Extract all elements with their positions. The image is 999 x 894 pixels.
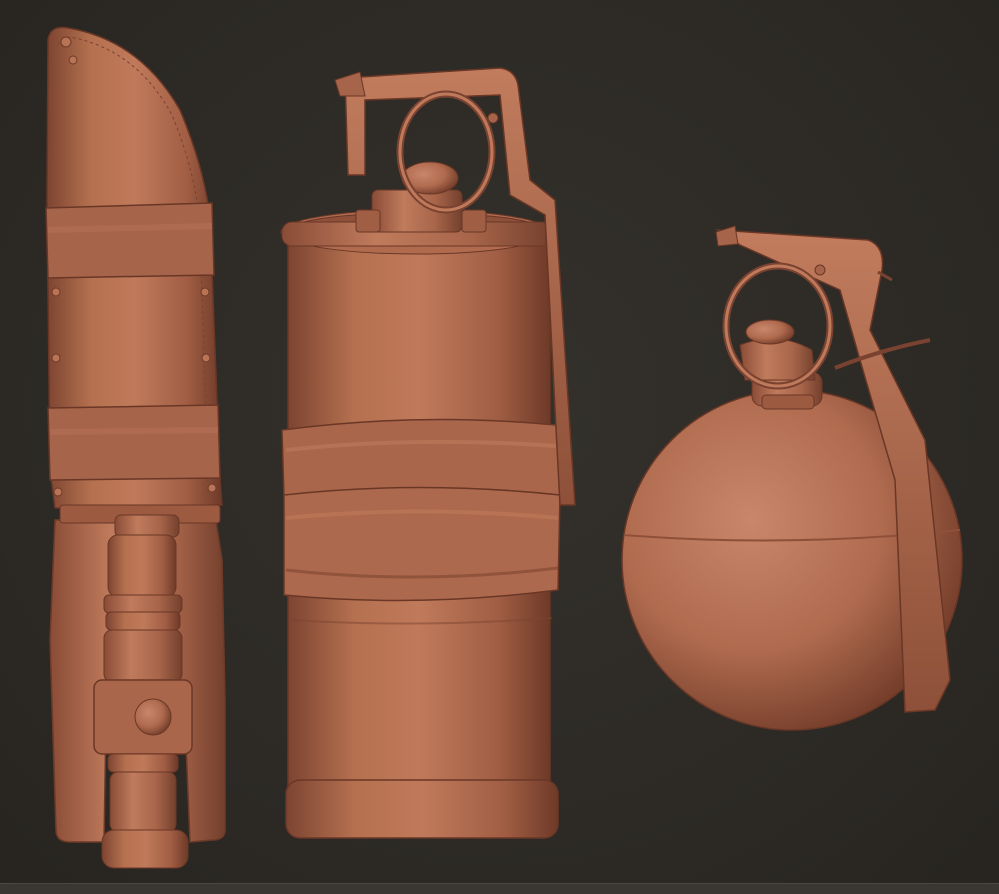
sculpt-render — [45, 26, 963, 869]
tape-band-upper — [281, 418, 561, 499]
canister-bottom-rim — [285, 779, 559, 839]
viewport — [0, 0, 999, 894]
frag-grenade — [621, 225, 963, 731]
snap-button — [134, 698, 172, 736]
canister-grenade — [280, 67, 576, 839]
viewport-bottom-bar — [0, 883, 999, 894]
knife-in-sheath — [45, 26, 226, 869]
sheath-strap-upper — [45, 202, 215, 279]
sheath-strap-lower — [47, 404, 221, 481]
tape-band-lower — [283, 486, 561, 602]
